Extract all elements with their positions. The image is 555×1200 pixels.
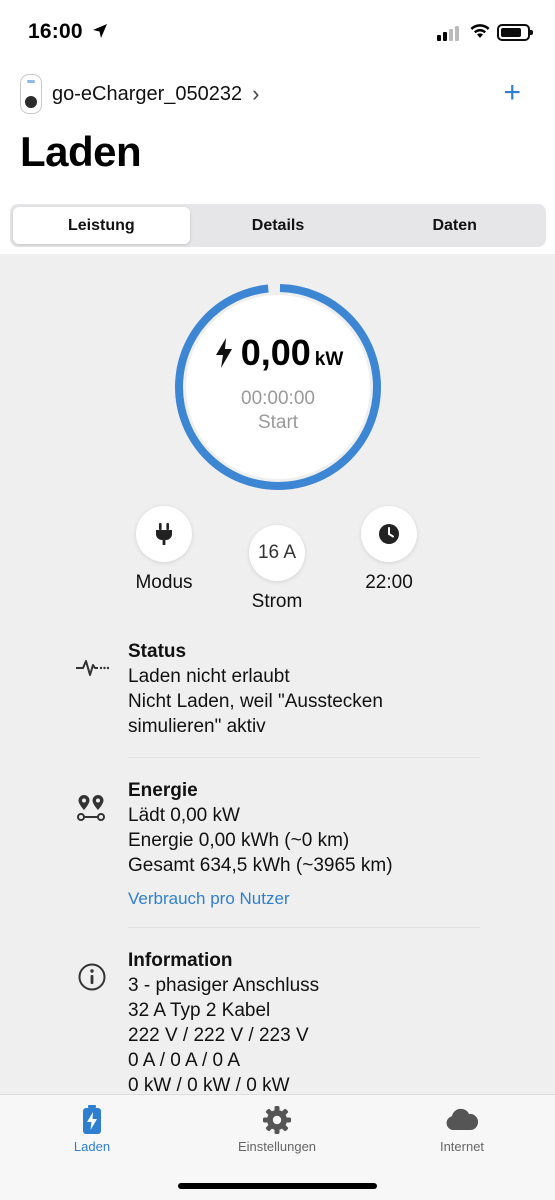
segmented-control: Leistung Details Daten <box>10 204 546 247</box>
energy-line: Lädt 0,00 kW <box>128 805 240 826</box>
chevron-right-icon: › <box>252 81 260 106</box>
main-content: 0,00 kW 00:00:00 Start Modus 16 A Strom <box>0 254 555 1094</box>
information-line: 0 A / 0 A / 0 A <box>128 1050 240 1071</box>
power-gauge[interactable]: 0,00 kW 00:00:00 Start <box>173 282 383 492</box>
mode-label: Modus <box>135 572 193 593</box>
status-bar: 16:00 <box>0 0 555 64</box>
divider <box>128 927 480 928</box>
power-value: 0,00 <box>240 332 311 373</box>
charge-timer: 00:00:00 <box>241 388 315 409</box>
status-line: Laden nicht erlaubt <box>128 666 290 687</box>
mode-control[interactable]: Modus <box>128 506 200 594</box>
clock-icon <box>379 524 399 544</box>
start-label: Start <box>257 412 299 433</box>
information-line: 0 kW / 0 kW / 0 kW <box>128 1075 290 1094</box>
information-line: 3 - phasiger Anschluss <box>128 975 320 996</box>
tab-details[interactable]: Details <box>190 207 367 244</box>
page-title: Laden <box>20 128 142 175</box>
plug-icon <box>156 523 172 545</box>
status-section: Status Laden nicht erlaubt Nicht Laden, … <box>75 639 480 739</box>
ampere-value: 16 A <box>257 542 297 563</box>
pulse-icon <box>76 660 109 676</box>
information-section: Information 3 - phasiger Anschluss 32 A … <box>75 948 480 1094</box>
cloud-icon <box>446 1108 479 1130</box>
energy-section: Energie Lädt 0,00 kW Energie 0,00 kWh (~… <box>75 778 480 911</box>
add-device-button[interactable]: + <box>503 78 521 108</box>
timer-control[interactable]: 22:00 <box>353 506 425 594</box>
battery-icon <box>497 24 533 41</box>
cellular-signal-icon <box>437 26 459 41</box>
information-line: 222 V / 222 V / 223 V <box>128 1025 309 1046</box>
battery-bolt-icon <box>83 1105 101 1134</box>
tabbar-label: Einstellungen <box>237 1139 317 1154</box>
map-pins-icon <box>77 795 105 821</box>
ampere-label: Strom <box>251 591 303 612</box>
device-name: go-eCharger_050232 <box>52 82 243 105</box>
ampere-control[interactable]: 16 A Strom <box>240 525 314 613</box>
tab-leistung[interactable]: Leistung <box>13 207 190 244</box>
status-time: 16:00 <box>28 20 83 43</box>
power-unit: kW <box>314 349 344 370</box>
tabbar-item-einstellungen[interactable]: Einstellungen <box>202 1105 352 1154</box>
gear-icon <box>263 1106 291 1134</box>
bolt-icon <box>215 338 232 368</box>
information-title: Information <box>128 950 233 971</box>
ampere-button[interactable]: 16 A <box>249 525 305 581</box>
information-line: 32 A Typ 2 Kabel <box>128 1000 271 1021</box>
location-arrow-icon <box>93 24 107 38</box>
tab-daten[interactable]: Daten <box>366 207 543 244</box>
energy-line: Gesamt 634,5 kWh (~3965 km) <box>128 855 393 876</box>
tabbar-item-laden[interactable]: Laden <box>17 1105 167 1154</box>
wifi-icon <box>470 24 490 38</box>
device-selector[interactable]: go-eCharger_050232 › <box>20 74 259 114</box>
timer-button[interactable] <box>361 506 417 562</box>
tabbar-label: Laden <box>73 1139 111 1154</box>
energy-line: Energie 0,00 kWh (~0 km) <box>128 830 350 851</box>
charger-device-icon <box>20 74 42 114</box>
gauge-face <box>186 295 370 479</box>
status-title: Status <box>128 641 187 662</box>
tabbar-label: Internet <box>439 1139 485 1154</box>
consumption-per-user-link[interactable]: Verbrauch pro Nutzer <box>128 886 480 911</box>
tabbar-item-internet[interactable]: Internet <box>387 1105 537 1154</box>
timer-label: 22:00 <box>365 572 413 593</box>
status-line: Nicht Laden, weil "Ausstecken simulieren… <box>128 691 383 737</box>
mode-button[interactable] <box>136 506 192 562</box>
energy-title: Energie <box>128 780 198 801</box>
power-readout: 0,00 kW <box>173 332 383 374</box>
info-circle-icon <box>78 963 106 991</box>
divider <box>128 757 480 758</box>
home-indicator <box>178 1183 377 1189</box>
